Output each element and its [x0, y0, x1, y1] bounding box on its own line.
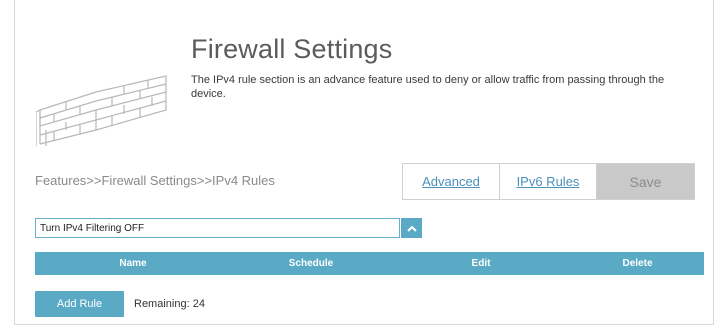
action-button-group: Advanced IPv6 Rules Save [402, 163, 695, 200]
column-header-name: Name [119, 258, 147, 269]
advanced-button[interactable]: Advanced [403, 164, 500, 199]
page-title: Firewall Settings [191, 34, 393, 64]
ipv4-filtering-select[interactable]: Turn IPv4 Filtering OFF [35, 218, 400, 238]
column-header-edit: Edit [471, 258, 491, 269]
column-header-schedule: Schedule [288, 258, 334, 269]
save-button[interactable]: Save [597, 164, 694, 199]
breadcrumb: Features>>Firewall Settings>>IPv4 Rules [35, 173, 275, 188]
brick-wall-icon [36, 75, 167, 146]
rules-table-header: Name Schedule Edit Delete [35, 252, 704, 275]
page-description: The IPv4 rule section is an advance feat… [191, 74, 665, 100]
ipv6-rules-button[interactable]: IPv6 Rules [500, 164, 597, 199]
remaining-count: Remaining: 24 [134, 298, 205, 310]
column-header-delete: Delete [622, 258, 653, 269]
add-rule-button[interactable]: Add Rule [35, 291, 124, 317]
chevron-up-icon[interactable] [401, 218, 422, 238]
